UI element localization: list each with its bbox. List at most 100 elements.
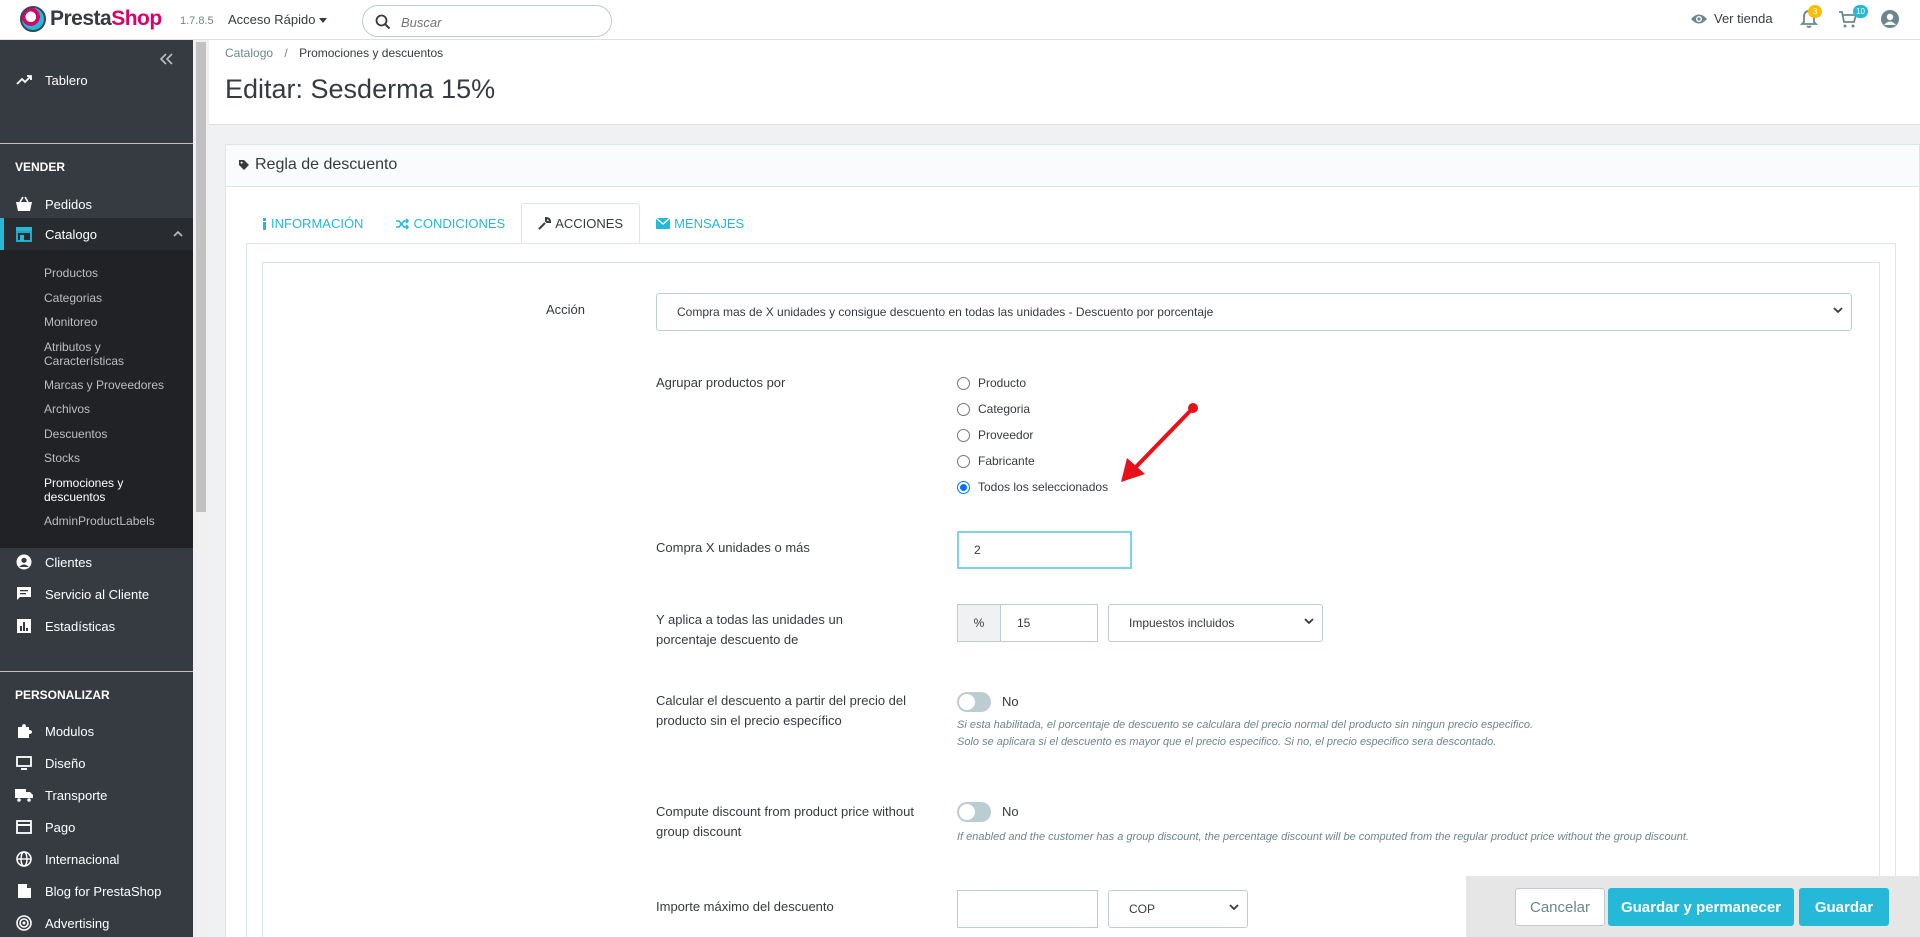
sidebar-sub-stocks[interactable]: Stocks xyxy=(44,451,184,465)
radio-product[interactable]: Producto xyxy=(957,376,1026,390)
chevron-down-icon xyxy=(1304,618,1314,625)
tab-messages[interactable]: MENSAJES xyxy=(640,203,760,244)
sidebar-sub-product-labels[interactable]: AdminProductLabels xyxy=(44,514,184,528)
currency-select[interactable]: COP xyxy=(1108,890,1248,928)
radio-button[interactable] xyxy=(957,402,970,416)
tab-label: INFORMACIÓN xyxy=(271,216,364,231)
chevron-down-icon xyxy=(1229,904,1239,911)
max-discount-input[interactable] xyxy=(957,890,1098,928)
search-input[interactable] xyxy=(401,12,601,32)
sidebar-sub-promotions[interactable]: Promociones y descuentos xyxy=(44,476,184,504)
sidebar-item-label: Blog for PrestaShop xyxy=(45,883,162,899)
search-box[interactable] xyxy=(362,5,612,37)
action-label: Acción xyxy=(546,302,586,317)
puzzle-icon xyxy=(15,722,33,740)
desktop-icon xyxy=(15,754,33,772)
radio-label: Todos los seleccionados xyxy=(978,480,1109,494)
sidebar-item-label: Pedidos xyxy=(45,196,92,212)
sidebar-sub-monitoring[interactable]: Monitoreo xyxy=(44,315,184,329)
sidebar-item-design[interactable]: Diseño xyxy=(0,753,193,773)
section-customize-title: PERSONALIZAR xyxy=(15,688,110,702)
breadcrumb-separator: / xyxy=(284,46,288,60)
radio-category[interactable]: Categoria xyxy=(957,402,1030,416)
save-and-stay-button[interactable]: Guardar y permanecer xyxy=(1608,888,1794,926)
collapse-sidebar-icon[interactable] xyxy=(159,52,173,68)
info-icon xyxy=(262,217,267,230)
sidebar-item-shipping[interactable]: Transporte xyxy=(0,785,193,805)
apply-percent-label: Y aplica a todas las unidades un porcent… xyxy=(656,612,843,647)
cancel-button[interactable]: Cancelar xyxy=(1515,888,1605,926)
group-discount-toggle[interactable] xyxy=(957,802,991,822)
sidebar-item-payment[interactable]: Pago xyxy=(0,817,193,837)
radio-button[interactable] xyxy=(957,454,970,468)
cart-orders-button[interactable]: 10 xyxy=(1838,5,1868,32)
sidebar-sub-products[interactable]: Productos xyxy=(44,266,184,280)
notifications-button[interactable]: 3 xyxy=(1799,5,1822,32)
sidebar-item-dashboard[interactable]: Tablero xyxy=(0,70,193,90)
sidebar-item-international[interactable]: Internacional xyxy=(0,849,193,869)
notifications-badge: 3 xyxy=(1808,5,1822,18)
group-discount-help: If enabled and the customer has a group … xyxy=(957,831,1689,843)
sidebar-item-modules[interactable]: Modulos xyxy=(0,721,193,741)
section-sell-title: VENDER xyxy=(15,160,66,174)
radio-supplier[interactable]: Proveedor xyxy=(957,428,1033,442)
sidebar-item-label: Catalogo xyxy=(45,226,98,242)
sidebar-item-advertising[interactable]: Advertising xyxy=(0,913,193,933)
chat-icon xyxy=(15,585,33,603)
sidebar-sub-attributes[interactable]: Atributos y Características xyxy=(44,340,184,368)
sidebar-sub-brands[interactable]: Marcas y Proveedores xyxy=(44,378,184,392)
sidebar-item-label: Pago xyxy=(45,819,76,835)
quick-access-dropdown[interactable]: Acceso Rápido xyxy=(228,12,328,27)
action-select[interactable]: Compra mas de X unidades y consigue desc… xyxy=(656,293,1852,331)
radio-button[interactable] xyxy=(957,428,970,442)
sidebar-item-label: Tablero xyxy=(45,72,88,88)
sidebar-item-customers[interactable]: Clientes xyxy=(0,552,193,572)
panel-title: Regla de descuento xyxy=(255,156,398,173)
store-icon xyxy=(15,225,33,243)
sidebar-scrollbar[interactable] xyxy=(193,40,209,937)
user-circle-icon xyxy=(1881,10,1899,28)
sidebar-item-stats[interactable]: Estadísticas xyxy=(0,616,193,636)
view-store-link[interactable]: Ver tienda xyxy=(1690,11,1773,26)
tab-information[interactable]: INFORMACIÓN xyxy=(246,203,379,244)
prestashop-logo[interactable]: PrestaShop xyxy=(20,6,162,32)
sidebar-item-customer-service[interactable]: Servicio al Cliente xyxy=(0,584,193,604)
sidebar-sub-discounts[interactable]: Descuentos xyxy=(44,427,184,441)
account-button[interactable] xyxy=(1880,9,1900,32)
sidebar-item-label: Estadísticas xyxy=(45,618,116,634)
sidebar-item-blog[interactable]: Blog for PrestaShop xyxy=(0,881,193,901)
breadcrumb-root[interactable]: Catalogo xyxy=(225,46,273,60)
group-discount-toggle-label: No xyxy=(1002,804,1019,819)
buy-x-input[interactable]: 2 xyxy=(957,531,1132,569)
percent-input[interactable]: 15 xyxy=(1000,604,1098,642)
radio-button-checked[interactable] xyxy=(957,480,970,494)
tab-label: CONDICIONES xyxy=(413,216,506,231)
save-button[interactable]: Guardar xyxy=(1799,888,1889,926)
radio-button[interactable] xyxy=(957,376,970,390)
tax-select[interactable]: Impuestos incluidos xyxy=(1108,604,1323,642)
red-arrow-annotation xyxy=(1121,403,1198,482)
radio-manufacturer[interactable]: Fabricante xyxy=(957,454,1035,468)
sidebar-sub-categories[interactable]: Categorias xyxy=(44,291,184,305)
radio-label: Proveedor xyxy=(978,428,1034,442)
tab-label: ACCIONES xyxy=(555,216,624,231)
target-icon xyxy=(15,914,33,932)
breadcrumb-current[interactable]: Promociones y descuentos xyxy=(299,46,443,60)
sidebar-item-label: Transporte xyxy=(45,787,108,803)
tab-conditions[interactable]: CONDICIONES xyxy=(379,203,521,244)
sidebar-item-catalog[interactable]: Catalogo xyxy=(0,224,193,244)
sidebar-item-label: Clientes xyxy=(45,554,92,570)
sidebar-item-orders[interactable]: Pedidos xyxy=(0,194,193,214)
tab-actions[interactable]: ACCIONES xyxy=(521,203,641,244)
action-select-value: Compra mas de X unidades y consigue desc… xyxy=(677,305,1214,319)
sidebar-item-label: Diseño xyxy=(45,755,86,771)
account-circle-icon xyxy=(15,553,33,571)
scrollbar-thumb[interactable] xyxy=(196,42,206,512)
radio-label: Fabricante xyxy=(978,454,1035,468)
sidebar-sub-files[interactable]: Archivos xyxy=(44,402,184,416)
currency-select-value: COP xyxy=(1129,902,1156,916)
wrench-icon xyxy=(538,217,552,230)
radio-all-selected[interactable]: Todos los seleccionados xyxy=(957,480,1108,494)
page-header: Catalogo / Promociones y descuentos Edit… xyxy=(209,40,1920,125)
calc-without-specific-toggle[interactable] xyxy=(957,692,991,712)
